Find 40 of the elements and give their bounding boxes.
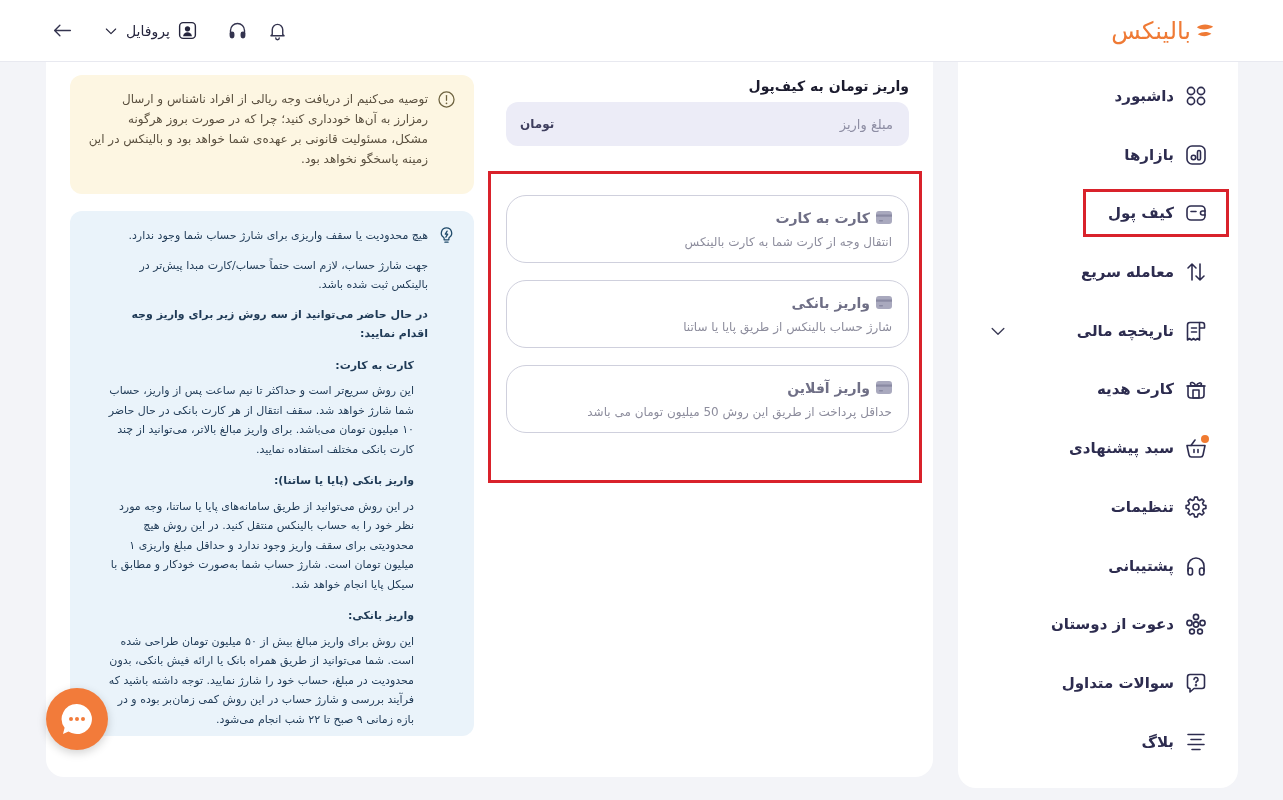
warning-icon	[437, 90, 456, 109]
info-text: هیچ محدودیت یا سقف واریزی برای شارژ حساب شما وجود ندارد.	[127, 228, 428, 244]
section-text: در این روش می‌توانید از طریق سامانه‌های پایا یا ساتنا، وجه مورد نظر خود را به حساب بالینکس منتقل کنید. در این روش هیچ محدودیتی برای سقف واریز وجود ندارد و حداقل مبلغ واریزی ۱ میلیون تومان است. شارژ حساب شما به‌صورت خودکار و مطابق با سیکل پایا انجام خواهد شد.	[109, 498, 414, 593]
currency-label: تومان	[520, 116, 555, 133]
bar-chart-icon	[1184, 142, 1208, 167]
sidebar-item[interactable]: سوالات متداول	[1036, 658, 1229, 707]
people-icon	[1184, 612, 1208, 637]
profile-button[interactable]: پروفایل	[103, 20, 198, 41]
sidebar-item[interactable]: تنظیمات	[1085, 482, 1229, 531]
sidebar-item[interactable]: کیف پول	[1083, 189, 1229, 238]
card-icon	[876, 381, 892, 394]
deposit-method-option[interactable]: کارت به کارت انتقال وجه از کارت شما به کارت بالینکس	[506, 195, 909, 263]
card-icon	[876, 211, 892, 224]
section-text: این روش برای واریز مبالغ بیش از ۵۰ میلیون تومان طراحی شده است. شما می‌توانید از طریق همراه بانک یا ارائه فیش بانکی، بدون محدودیت در مبلغ، حساب خود را شارژ نمایید. توجه داشته باشید که فرآیند بررسی و شارژ حساب در این روش کمی زمان‌بر بوده و در بازه زمانی ۹ صبح تا ۲۲ شب انجام می‌شود.	[108, 633, 414, 728]
warning-text: توصیه می‌کنیم از دریافت وجه ریالی از افراد ناشناس و ارسال رمزارز به آن‌ها خودداری کنید؛ چرا که در صورت بروز هرگونه مشکل، مسئولیت قانونی بر عهده‌ی شما خواهد بود و بالینکس در این زمینه پاسخگو نخواهد بود.	[88, 91, 428, 169]
sidebar-item[interactable]: پشتیبانی	[1083, 541, 1229, 590]
section-title: واریز تومان به کیف‌پول	[747, 77, 909, 96]
section-heading: واریز بانکی (پایا یا ساتنا):	[272, 473, 414, 489]
leaf-logo-icon	[1195, 23, 1215, 38]
deposit-method-option[interactable]: واریز آفلاین حداقل پرداخت از طریق این روش 50 میلیون تومان می باشد	[506, 365, 909, 433]
section-heading: کارت به کارت:	[334, 357, 414, 374]
deposit-method-option[interactable]: واریز بانکی شارژ حساب بالینکس از طریق پایا یا ساتنا	[506, 280, 909, 348]
section-text: این روش سریع‌تر است و حداکثر تا نیم ساعت پس از واریز، حساب شما شارژ خواهد شد. سقف انتقال از هر کارت بانکی در حال حاضر ۱۰ میلیون تومان می‌باشد. برای واریز مبالغ بالاتر، می‌توانید از چند کارت بانکی مختلف استفاده نمایید.	[108, 383, 414, 458]
sidebar-item[interactable]: داشبورد	[1089, 72, 1229, 120]
sidebar-item[interactable]: کارت هدیه	[1071, 365, 1229, 414]
sidebar-item[interactable]: دعوت از دوستان	[1026, 600, 1229, 649]
dashboard-icon	[1184, 84, 1208, 108]
section-heading: واریز بانکی:	[346, 608, 414, 624]
gear-icon	[1184, 494, 1208, 519]
sidebar-item[interactable]: بلاگ	[1116, 717, 1229, 766]
sidebar-item[interactable]: سبد پیشنهادی	[1044, 424, 1229, 473]
chat-bubble-icon	[60, 702, 94, 736]
sidebar-item[interactable]: معامله سریع	[1055, 248, 1229, 297]
sidebar-item[interactable]: تاریخچه مالی	[1051, 306, 1229, 355]
user-icon	[176, 20, 198, 41]
info-heading: در حال حاضر می‌توانید از سه روش زیر برای واریز وجه اقدام نمایید:	[130, 306, 428, 342]
basket-icon	[1184, 436, 1208, 461]
info-text: جهت شارژ حساب، لازم است حتماً حساب/کارت مبدا پیش‌تر در بالینکس ثبت شده باشد.	[138, 257, 428, 293]
sidebar-item[interactable]: بازارها	[1099, 130, 1229, 179]
card-icon	[876, 296, 892, 309]
